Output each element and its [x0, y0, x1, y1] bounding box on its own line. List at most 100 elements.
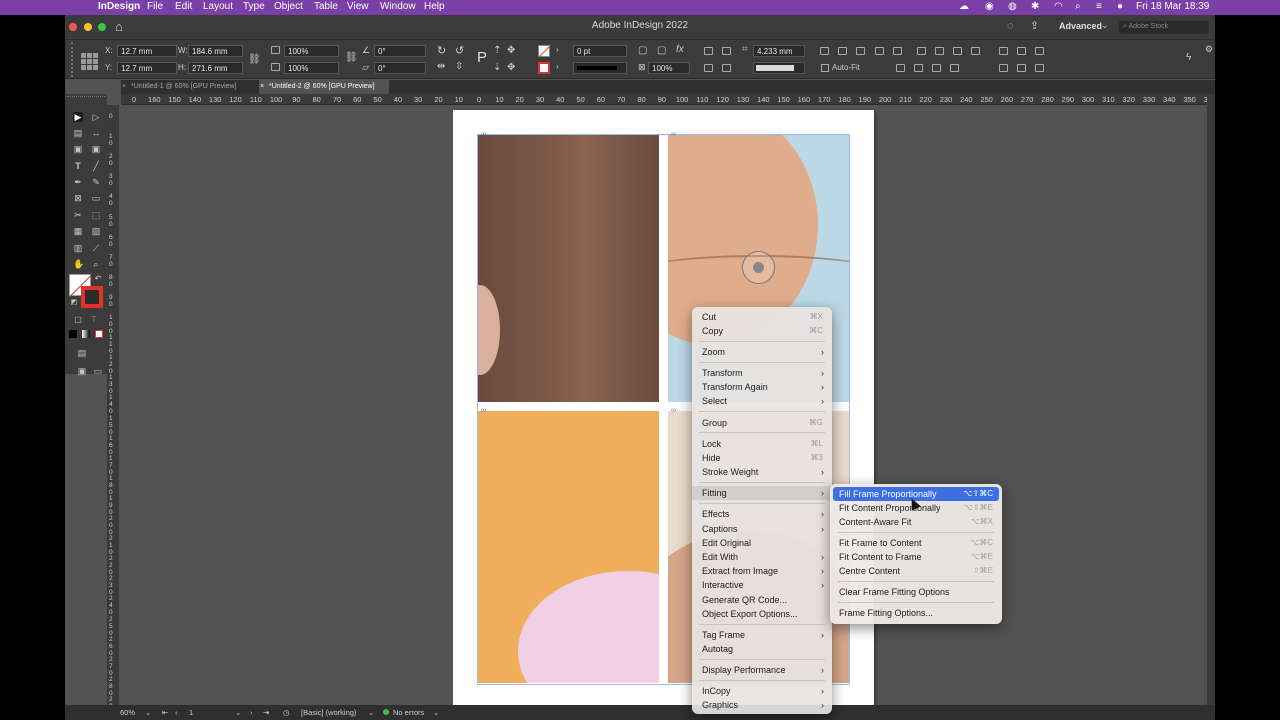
menu-item-display-performance[interactable]: Display Performance ›	[692, 663, 832, 677]
menu-item-edit-with[interactable]: Edit With ›	[692, 550, 832, 564]
frame-link-icon[interactable]: ∞	[481, 131, 486, 138]
distribute-h-icon[interactable]	[875, 47, 884, 55]
spotlight-search-icon[interactable]: ⌕	[1075, 1, 1081, 12]
vertical-ruler[interactable]: 0 10 20 30 40 50 60 70 80 90 100110120130140150160…	[107, 105, 119, 705]
quick-apply-icon[interactable]: ϟ	[1186, 52, 1191, 63]
corner-options-icon[interactable]: ▢	[638, 45, 647, 56]
content-collector-icon[interactable]: ▣	[73, 144, 83, 154]
menu-item-generate-qr-code[interactable]: Generate QR Code...	[692, 593, 832, 607]
menu-item-extract-from-image[interactable]: Extract from Image ›	[692, 564, 832, 578]
menu-item-object-export-options[interactable]: Object Export Options...	[692, 607, 832, 621]
fitting-fill-icon[interactable]	[704, 64, 713, 72]
menu-bar-clock[interactable]: Fri 18 Mar 18:39	[1136, 1, 1209, 12]
distribute-v-icon[interactable]	[893, 47, 902, 55]
default-colors-icon[interactable]: ◩	[69, 298, 79, 308]
menu-item-graphics[interactable]: Graphics ›	[692, 698, 832, 712]
app-menu[interactable]: InDesign	[98, 1, 140, 12]
apply-gradient-icon[interactable]	[82, 330, 90, 338]
rectangle-tool-icon[interactable]: ▭	[91, 193, 101, 203]
distribute-right-icon[interactable]	[932, 64, 941, 72]
reference-point-icon[interactable]	[81, 53, 98, 70]
menu-object[interactable]: Object	[274, 1, 303, 12]
page-tool-icon[interactable]: ▤	[73, 128, 83, 138]
scale-x-field[interactable]: 100%	[284, 45, 339, 57]
stroke-type-dropdown[interactable]	[573, 62, 627, 74]
constrain-scale-icon[interactable]: ⛓	[345, 52, 358, 63]
align-middle-icon[interactable]	[722, 47, 731, 55]
y-position-field[interactable]: 12.7 mm	[117, 62, 177, 74]
offset-field[interactable]: 4.233 mm	[753, 45, 805, 57]
preview-mode-icon[interactable]: ▭	[93, 366, 103, 376]
screen-mode-icon[interactable]: ▤	[77, 348, 87, 358]
distribute-vspace-icon[interactable]	[999, 64, 1008, 72]
menu-item-stroke-weight[interactable]: Stroke Weight ›	[692, 465, 832, 479]
menu-help[interactable]: Help	[424, 1, 445, 12]
control-centre-icon[interactable]: ≡	[1096, 1, 1102, 12]
menu-item-lock[interactable]: Lock ⌘L	[692, 437, 832, 451]
submenu-item-fit-frame-to-content[interactable]: Fit Frame to Content ⌥⌘C	[833, 536, 999, 550]
chevron-down-icon[interactable]: ⌄	[145, 708, 151, 717]
next-page-icon[interactable]: ›	[250, 708, 253, 717]
submenu-item-content-aware-fit[interactable]: Content-Aware Fit ⌥⌘X	[833, 515, 999, 529]
siri-icon[interactable]: ●	[1117, 1, 1123, 12]
gradient-feather-tool-icon[interactable]: ▨	[91, 226, 101, 236]
stroke-color-box[interactable]	[81, 286, 103, 308]
stroke-swatch[interactable]	[538, 62, 550, 74]
preflight-profile[interactable]: [Basic] (working)	[301, 708, 356, 717]
page-number[interactable]: 1	[189, 708, 193, 717]
submenu-item-clear-frame-fitting-options[interactable]: Clear Frame Fitting Options	[833, 585, 999, 599]
menu-item-select[interactable]: Select ›	[692, 394, 832, 408]
fitting-fit-icon[interactable]	[722, 64, 731, 72]
align-top-icon[interactable]	[704, 47, 713, 55]
vertical-scrollbar[interactable]	[1207, 94, 1215, 705]
menu-item-effects[interactable]: Effects ›	[692, 507, 832, 521]
object-style-dropdown[interactable]	[753, 62, 805, 74]
rotation-angle-field[interactable]: 0°	[374, 45, 426, 57]
wifi-icon[interactable]: ◠	[1054, 1, 1063, 12]
record-icon[interactable]: ◍	[1008, 1, 1017, 12]
direct-selection-tool-icon[interactable]: ▷	[91, 112, 101, 122]
menu-item-group[interactable]: Group ⌘G	[692, 416, 832, 430]
adobe-stock-search[interactable]: ⌕ Adobe Stock	[1119, 21, 1209, 34]
effects-fx-icon[interactable]: fx	[676, 44, 684, 55]
note-tool-icon[interactable]: ▥	[73, 243, 83, 253]
menu-item-copy[interactable]: Copy ⌘C	[692, 324, 832, 338]
menu-item-interactive[interactable]: Interactive ›	[692, 578, 832, 592]
align-v-centres-icon[interactable]	[935, 47, 944, 55]
opacity-field[interactable]: 100%	[648, 62, 690, 74]
menu-item-incopy[interactable]: InCopy ›	[692, 684, 832, 698]
apply-color-icon[interactable]	[69, 330, 77, 338]
distribute-hspace-icon[interactable]	[1017, 64, 1026, 72]
swap-colors-icon[interactable]: ↶	[93, 274, 103, 284]
scale-y-field[interactable]: 100%	[284, 62, 339, 74]
shear-angle-field[interactable]: 0°	[374, 62, 426, 74]
pencil-tool-icon[interactable]: ✎	[91, 177, 101, 187]
panel-menu-icon[interactable]: ⚙	[1205, 44, 1213, 55]
stroke-menu-chevron-icon[interactable]: ›	[556, 62, 559, 71]
rectangle-frame-tool-icon[interactable]: ⊠	[73, 193, 83, 203]
menu-item-edit-original[interactable]: Edit Original	[692, 536, 832, 550]
previous-page-icon[interactable]: ‹	[175, 708, 178, 717]
submenu-item-frame-fitting-options[interactable]: Frame Fitting Options...	[833, 606, 999, 620]
stroke-weight-field[interactable]: 0 pt	[573, 45, 627, 57]
menu-item-transform[interactable]: Transform ›	[692, 366, 832, 380]
close-tab-icon[interactable]: ×	[122, 80, 126, 94]
distribute-top-icon[interactable]	[950, 64, 959, 72]
rotate-ccw-icon[interactable]: ↺	[455, 44, 464, 57]
tab-untitled-1[interactable]: × *Untitled-1 @ 60% [GPU Preview]	[121, 80, 257, 94]
close-tab-icon[interactable]: ×	[260, 80, 264, 94]
distribute-space-icon[interactable]	[1035, 64, 1044, 72]
last-page-icon[interactable]: ⇥	[263, 708, 269, 717]
hand-tool-icon[interactable]: ✋	[73, 259, 84, 269]
select-next-icon[interactable]: ✥	[507, 62, 515, 73]
select-content-icon[interactable]: ⇣	[493, 62, 501, 73]
flip-horizontal-icon[interactable]: ⇹	[437, 61, 445, 72]
align-top-edges-icon[interactable]	[917, 47, 926, 55]
select-container-icon[interactable]: ⇡	[493, 45, 501, 56]
open-page-icon[interactable]: ◷	[283, 708, 290, 717]
height-field[interactable]: 271.6 mm	[188, 62, 243, 74]
menu-item-zoom[interactable]: Zoom ›	[692, 345, 832, 359]
x-position-field[interactable]: 12.7 mm	[117, 45, 177, 57]
frame-link-icon[interactable]: ∞	[481, 407, 486, 414]
workspace-switcher[interactable]: Advanced	[1059, 21, 1102, 31]
